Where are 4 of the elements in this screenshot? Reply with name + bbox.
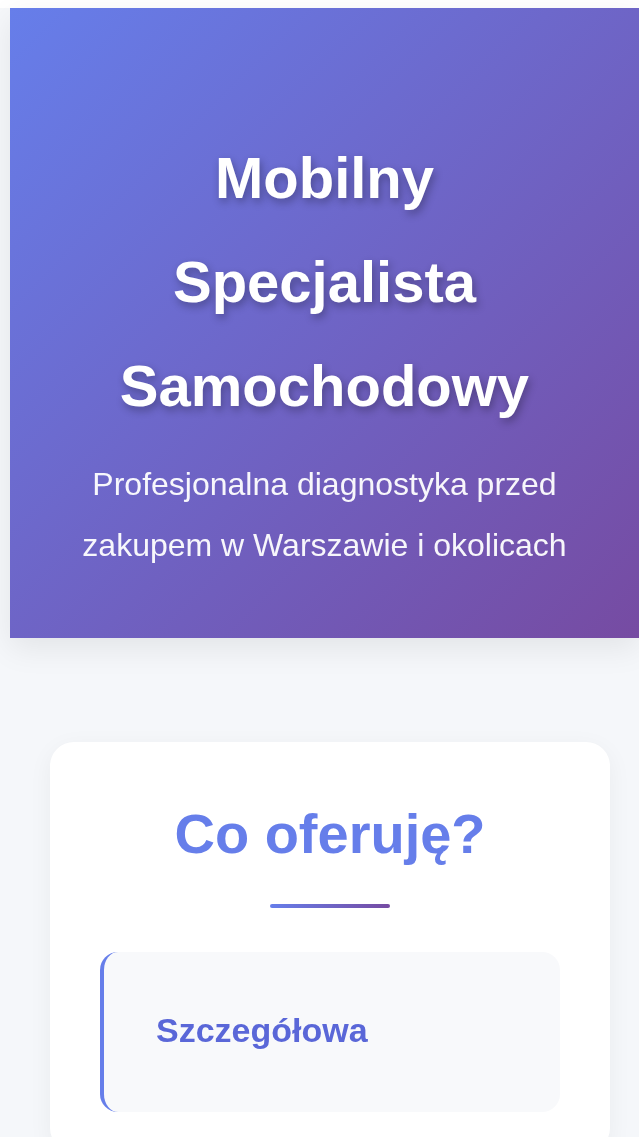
service-title: Szczegółowa — [156, 1010, 369, 1051]
hero-subtitle: Profesjonalna diagnostyka przed zakupem w Warszawie i okolicach — [81, 465, 568, 565]
section-heading: Co oferuję? — [173, 801, 487, 867]
hero-title: Mobilny Specjalista Samochodowy — [118, 144, 531, 420]
